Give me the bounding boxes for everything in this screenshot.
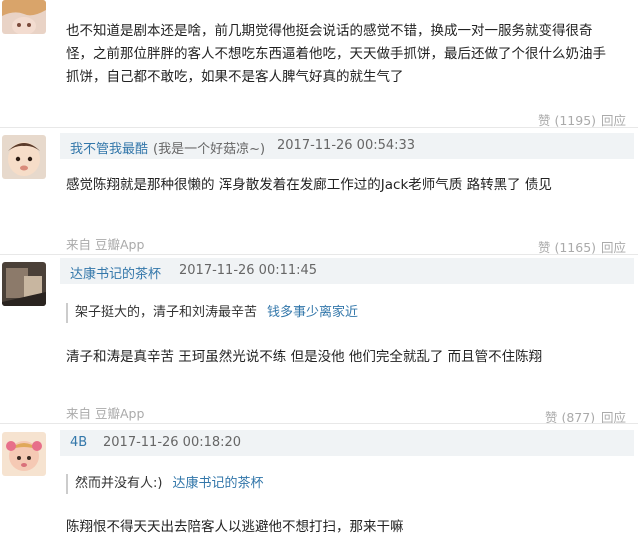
user-signature: (我是一个好菇凉~) [153,142,266,157]
timestamp: 2017-11-26 00:54:33 [277,138,416,153]
avatar[interactable] [2,262,46,306]
divider [0,254,638,255]
avatar[interactable] [2,0,46,34]
quoted-text: 然而并没有人:) [75,476,163,491]
username[interactable]: 达康书记的茶杯 [70,263,161,282]
divider [0,127,638,128]
quoted-text: 架子挺大的，清子和刘涛最辛苦 [75,305,258,320]
avatar[interactable] [2,135,46,179]
quoted-comment: 架子挺大的，清子和刘涛最辛苦 钱多事少离家近 [66,303,358,323]
quoted-author[interactable]: 达康书记的茶杯 [172,476,263,491]
source-label: 来自 豆瓣App [66,406,145,421]
timestamp: 2017-11-26 00:11:45 [179,263,318,278]
quoted-author[interactable]: 钱多事少离家近 [267,305,358,320]
comment-text-line: 也不知道是剧本还是啥，前几期觉得他挺会说话的感觉不错，换成一对一服务就变得很奇 [66,23,593,39]
comment-text: 陈翔恨不得天天出去陪客人以逃避他不想打扫，那来干嘛 [66,519,404,535]
source-label: 来自 豆瓣App [66,237,145,252]
comment-text: 也不知道是剧本还是啥，前几期觉得他挺会说话的感觉不错，换成一对一服务就变得很奇 … [66,20,636,89]
comment-text-line: 怪，之前那位胖胖的客人不想吃东西逼着他吃，天天做手抓饼，最后还做了个很什么奶油手 [66,46,606,62]
divider [0,423,638,424]
quoted-comment: 然而并没有人:) 达康书记的茶杯 [66,474,263,494]
avatar[interactable] [2,432,46,476]
comment-text: 感觉陈翔就是那种很懒的 浑身散发着在发廊工作过的Jack老师气质 路转黑了 债见 [66,177,552,193]
timestamp: 2017-11-26 00:18:20 [103,435,242,450]
comment-text-line: 抓饼，自己都不敢吃，如果不是客人脾气好真的就生气了 [66,69,404,85]
comment-text: 清子和涛是真辛苦 王珂虽然光说不练 但是没他 他们完全就乱了 而且管不住陈翔 [66,349,543,365]
username[interactable]: 4B [70,435,87,450]
username[interactable]: 我不管我最酷 [70,138,148,157]
